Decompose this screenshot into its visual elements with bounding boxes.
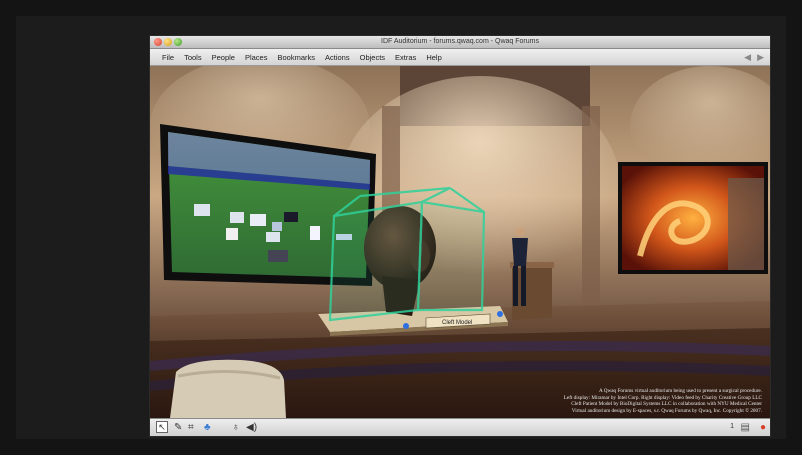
video-person [728, 178, 764, 270]
menu-tools[interactable]: Tools [184, 53, 202, 62]
title-bar[interactable]: IDF Auditorium - forums.qwaq.com - Qwaq … [150, 36, 770, 49]
menu-people[interactable]: People [212, 53, 235, 62]
scene-caption: A Qwaq Forums virtual auditorium being u… [432, 388, 762, 414]
handle-left[interactable] [403, 323, 409, 329]
nav-arrows: ◀ ▶ [744, 51, 764, 63]
menu-places[interactable]: Places [245, 53, 268, 62]
model-plaque-label: Cleft Model [442, 320, 472, 326]
shapes-tool-icon[interactable]: ♣ [204, 422, 211, 434]
auditorium-scene: Cleft Model [150, 66, 770, 418]
triangle-left-icon[interactable]: ◀ [744, 51, 751, 63]
speaker-icon[interactable]: ◀) [246, 422, 257, 434]
triangle-right-icon[interactable]: ▶ [757, 51, 764, 63]
pillar-right [582, 106, 600, 326]
menu-bookmarks[interactable]: Bookmarks [277, 53, 315, 62]
pointer-tool-icon[interactable]: ↖ [156, 421, 168, 433]
menu-file[interactable]: File [162, 53, 174, 62]
document-icon[interactable]: ▤ [741, 422, 750, 434]
pen-tool-icon[interactable]: ✎ [174, 422, 182, 434]
menu-extras[interactable]: Extras [395, 53, 416, 62]
qwaq-logo-icon[interactable]: ● [760, 422, 766, 434]
menu-help[interactable]: Help [426, 53, 441, 62]
app-window: IDF Auditorium - forums.qwaq.com - Qwaq … [150, 36, 770, 436]
menu-actions[interactable]: Actions [325, 53, 350, 62]
crop-tool-icon[interactable]: ⌗ [188, 422, 194, 434]
menu-bar: File Tools People Places Bookmarks Actio… [150, 49, 770, 66]
handle-right[interactable] [497, 311, 503, 317]
menu-objects[interactable]: Objects [360, 53, 385, 62]
avatar-tool-icon[interactable]: ♁ [232, 422, 240, 434]
bottom-toolbar: ↖ ✎ ⌗ ♣ ♁ ◀) 1 ▤ ● [150, 418, 770, 436]
3d-viewport[interactable]: Cleft Model A Qwaq Forums virtual audito… [150, 66, 770, 418]
caption-line: Virtual auditorium design by E-spaces, s… [571, 407, 762, 414]
foreground-seat [170, 359, 286, 418]
window-title: IDF Auditorium - forums.qwaq.com - Qwaq … [381, 38, 539, 45]
user-count: 1 [730, 423, 734, 430]
